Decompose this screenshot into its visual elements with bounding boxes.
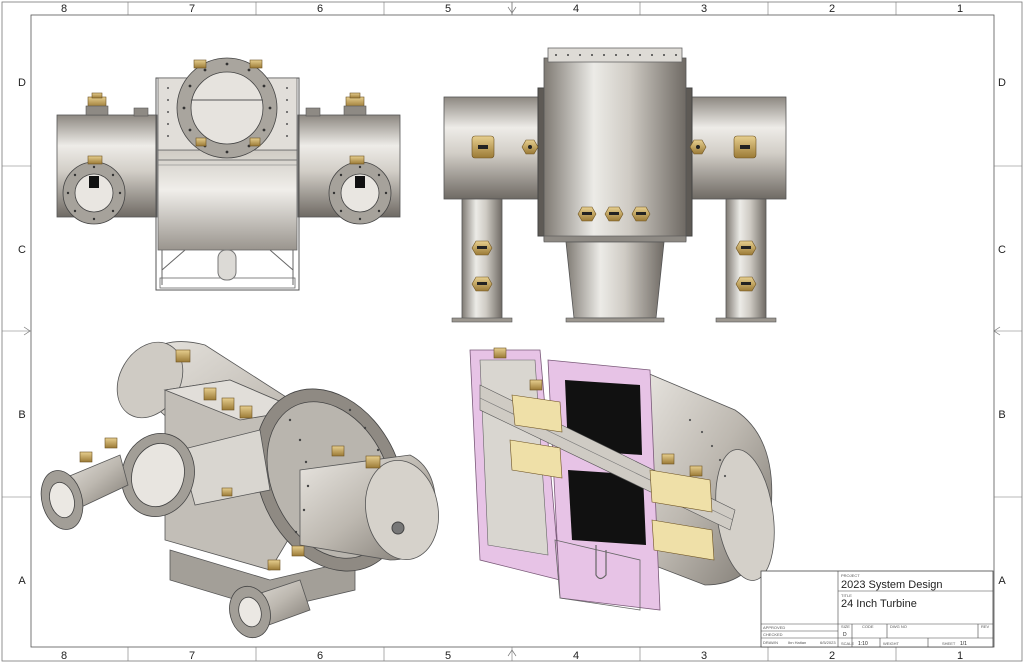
tb-project-label: PROJECT [841, 573, 860, 578]
isometric-view [40, 341, 439, 639]
tb-scale-label: SCALE [841, 641, 854, 646]
zone-col-top-6: 6 [317, 3, 323, 15]
tb-code-label: CODE [862, 624, 874, 629]
drawing-sheet: 8 7 6 5 4 3 2 1 8 7 6 5 4 3 2 1 D C B A … [1, 1, 1023, 662]
tb-weight-label: WEIGHT [883, 641, 900, 646]
zone-col-bottom-7: 7 [189, 650, 195, 662]
tb-approved-label: APPROVED [763, 625, 785, 630]
zone-row-left-B: B [18, 409, 25, 421]
zone-row-left-D: D [18, 77, 26, 89]
tb-size: D [843, 632, 847, 638]
zone-col-top-3: 3 [701, 3, 707, 15]
tb-project: 2023 System Design [841, 579, 943, 591]
tb-sheet-label: SHEET [942, 641, 956, 646]
tb-title: 24 Inch Turbine [841, 598, 917, 610]
zone-col-bottom-1: 1 [957, 650, 963, 662]
zone-col-bottom-5: 5 [445, 650, 451, 662]
section-view [469, 347, 775, 611]
front-view [56, 57, 401, 291]
zone-row-right-C: C [998, 244, 1006, 256]
tb-drawn-label: DRAWN [763, 640, 778, 645]
zone-col-top-4: 4 [573, 3, 579, 15]
tb-drawn-by: Ibn Haitan [788, 640, 806, 645]
zone-col-top-2: 2 [829, 3, 835, 15]
tb-scale: 1:10 [858, 641, 868, 647]
zone-col-bottom-8: 8 [61, 650, 67, 662]
zone-row-left-C: C [18, 244, 26, 256]
zone-col-bottom-4: 4 [573, 650, 579, 662]
zone-col-top-1: 1 [957, 3, 963, 15]
zone-row-right-A: A [998, 575, 1006, 587]
zone-col-top-5: 5 [445, 3, 451, 15]
tb-size-label: SIZE [841, 624, 850, 629]
zone-col-bottom-3: 3 [701, 650, 707, 662]
tb-dwg-no-label: DWG NO [890, 624, 907, 629]
zone-col-top-8: 8 [61, 3, 67, 15]
tb-sheet: 1/1 [960, 641, 967, 647]
zone-row-right-B: B [998, 409, 1005, 421]
side-view [443, 47, 787, 323]
zone-col-top-7: 7 [189, 3, 195, 15]
tb-drawn-date: 6/5/2023 [820, 640, 836, 645]
zone-row-right-D: D [998, 77, 1006, 89]
zone-col-bottom-2: 2 [829, 650, 835, 662]
tb-checked-label: CHECKED [763, 632, 783, 637]
zone-col-bottom-6: 6 [317, 650, 323, 662]
tb-rev-label: REV [981, 624, 990, 629]
title-block: PROJECT 2023 System Design TITLE 24 Inch… [760, 570, 994, 648]
zone-row-left-A: A [18, 575, 26, 587]
